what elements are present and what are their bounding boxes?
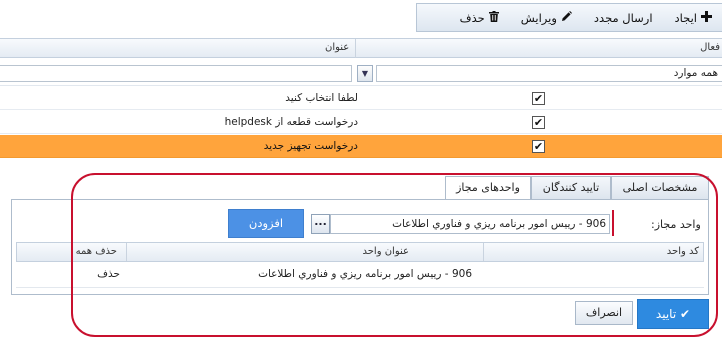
delete-all-link[interactable]: حذف همه <box>76 246 117 257</box>
table-row[interactable]: درخواست قطعه از helpdesk ✔ <box>0 111 722 134</box>
row-title: لطفا انتخاب کنید <box>285 92 358 104</box>
edit-button[interactable]: ویرایش <box>521 11 572 25</box>
active-filter-select[interactable]: همه موارد <box>376 65 722 82</box>
app-root: ایجاد ارسال مجدد ویرایش حذف عنوان فعال ▼… <box>0 0 722 341</box>
cancel-button[interactable]: انصراف <box>575 301 633 325</box>
active-checkbox[interactable]: ✔ <box>532 140 545 153</box>
column-divider <box>355 39 356 58</box>
delete-row-link[interactable]: حذف <box>97 268 120 280</box>
create-label: ایجاد <box>674 10 697 25</box>
delete-button[interactable]: حذف <box>460 11 499 25</box>
edit-label: ویرایش <box>520 10 557 25</box>
unit-label: واحد مجاز: <box>651 218 701 231</box>
tab-allowed-units[interactable]: واحدهای مجاز <box>445 176 531 200</box>
chevron-down-icon: ▼ <box>361 69 369 78</box>
table-row: 906 - رييس امور برنامه ريزي و فناوري اطل… <box>16 262 704 288</box>
confirm-label: تایید <box>655 307 677 321</box>
resend-button[interactable]: ارسال مجدد <box>594 11 653 25</box>
delete-label: حذف <box>459 10 485 25</box>
table-row[interactable]: لطفا انتخاب کنید ✔ <box>0 87 722 110</box>
title-filter-input[interactable] <box>0 65 352 82</box>
filter-dropdown-button[interactable]: ▼ <box>357 65 373 82</box>
plus-icon <box>701 11 712 24</box>
row-title: درخواست تجهیز جدید <box>263 140 358 152</box>
tab-main-info[interactable]: مشخصات اصلی <box>611 176 709 199</box>
add-button[interactable]: افزودن <box>228 209 304 238</box>
units-table-header: کد واحد عنوان واحد حذف همه <box>16 242 704 262</box>
browse-button[interactable]: ... <box>311 214 330 234</box>
column-header-active[interactable]: فعال <box>700 42 720 53</box>
trash-icon <box>488 11 499 24</box>
pencil-icon <box>561 11 572 24</box>
create-button[interactable]: ایجاد <box>675 11 712 25</box>
column-divider <box>483 243 484 261</box>
column-header-unit-code[interactable]: کد واحد <box>667 246 699 257</box>
tab-approvers[interactable]: تایید کنندگان <box>531 176 611 199</box>
required-marker <box>612 210 614 236</box>
active-checkbox[interactable]: ✔ <box>532 116 545 129</box>
column-header-title[interactable]: عنوان <box>325 42 349 53</box>
checkmark-icon: ✔ <box>680 307 691 321</box>
unit-title-cell: 906 - رييس امور برنامه ريزي و فناوري اطل… <box>258 268 472 280</box>
resend-label: ارسال مجدد <box>593 10 653 25</box>
toolbar: ایجاد ارسال مجدد ویرایش حذف <box>416 3 722 32</box>
column-divider <box>126 243 127 261</box>
table-row-selected[interactable]: درخواست تجهیز جدید ✔ <box>0 135 722 158</box>
unit-field[interactable]: 906 - رييس امور برنامه ريزي و فناوري اطل… <box>330 214 610 234</box>
grid-header: عنوان فعال <box>0 38 722 58</box>
active-checkbox[interactable]: ✔ <box>532 92 545 105</box>
filter-row: ▼ همه موارد <box>0 60 722 86</box>
column-header-unit-title[interactable]: عنوان واحد <box>363 246 410 257</box>
row-title: درخواست قطعه از helpdesk <box>224 116 358 128</box>
confirm-button[interactable]: ✔ تایید <box>637 299 709 329</box>
